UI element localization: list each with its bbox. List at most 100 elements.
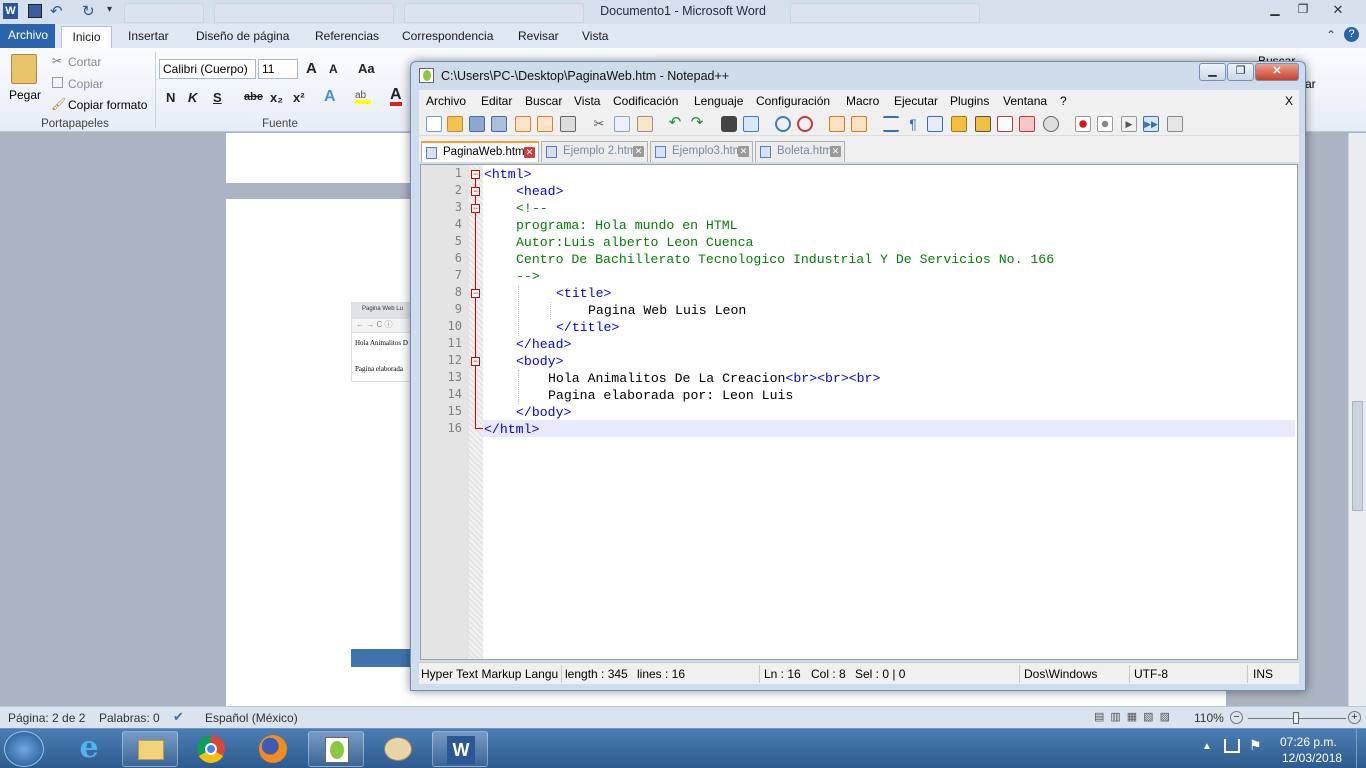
sync-v-icon[interactable] <box>829 116 845 132</box>
tab-archivo[interactable]: Archivo <box>0 24 55 48</box>
stop-macro-icon[interactable] <box>1097 116 1113 132</box>
tab-insertar[interactable]: Insertar <box>120 26 177 48</box>
close-file-icon[interactable] <box>515 116 531 132</box>
zoom-in-icon[interactable] <box>775 116 791 132</box>
grow-font-button[interactable]: A <box>306 60 317 77</box>
menu-plugins[interactable]: Plugins <box>950 94 989 108</box>
zoom-level[interactable]: 110% <box>1194 711 1224 725</box>
menu-macro[interactable]: Macro <box>846 94 879 108</box>
strikethrough-button[interactable]: abe <box>244 91 263 103</box>
close-document-x[interactable]: X <box>1285 94 1293 108</box>
open-file-icon[interactable] <box>447 116 463 132</box>
replace-button[interactable]: ar <box>1305 77 1316 91</box>
menu-buscar[interactable]: Buscar <box>525 94 562 108</box>
play-macro-icon[interactable]: ▶ <box>1121 116 1137 132</box>
start-button[interactable] <box>4 731 44 767</box>
ribbon-minimize-icon[interactable]: ⌃ <box>1326 28 1336 42</box>
zoom-thumb[interactable] <box>1293 712 1299 724</box>
npp-minimize-button[interactable]: ▁ <box>1199 63 1226 81</box>
indent-guide-icon[interactable] <box>927 116 943 132</box>
npp-restore-button[interactable]: ❐ <box>1227 63 1254 81</box>
menu-lenguaje[interactable]: Lenguaje <box>694 94 743 108</box>
paste-icon[interactable] <box>11 54 37 84</box>
menu-editar[interactable]: Editar <box>481 94 512 108</box>
fold-toggle-icon[interactable]: − <box>471 357 480 366</box>
paste-button-label[interactable]: Pegar <box>9 88 41 102</box>
font-name-field[interactable]: Calibri (Cuerpo) <box>159 59 256 79</box>
udl-icon[interactable] <box>951 116 967 132</box>
zoom-out-icon[interactable] <box>797 116 813 132</box>
ie-icon[interactable]: e <box>70 731 108 767</box>
show-desktop-button[interactable] <box>1356 729 1366 768</box>
cut-icon[interactable]: ✂ <box>52 54 62 68</box>
clock-date[interactable]: 12/03/2018 <box>1282 751 1342 765</box>
copy-button[interactable]: Copiar <box>68 77 103 91</box>
close-tab-icon[interactable]: ✕ <box>633 146 644 157</box>
explorer-icon[interactable] <box>122 731 178 767</box>
menu-ejecutar[interactable]: Ejecutar <box>894 94 938 108</box>
fold-toggle-icon[interactable]: − <box>471 187 480 196</box>
folder-as-workspace-icon[interactable] <box>1019 116 1035 132</box>
doc-map-icon[interactable] <box>975 116 991 132</box>
fold-toggle-icon[interactable]: − <box>471 170 480 179</box>
format-painter-button[interactable]: Copiar formato <box>68 98 147 112</box>
change-case-button[interactable]: Aa <box>358 61 375 76</box>
clock-time[interactable]: 07:26 p.m. <box>1280 735 1337 749</box>
tab-vista[interactable]: Vista <box>574 26 616 48</box>
menu-help[interactable]: ? <box>1060 94 1067 108</box>
restore-button[interactable]: ❐ <box>1290 2 1316 18</box>
network-icon[interactable] <box>1224 739 1240 753</box>
replace-icon[interactable] <box>743 116 759 132</box>
text-effects-icon[interactable]: A <box>324 88 336 106</box>
zoom-plus-icon[interactable]: + <box>1348 711 1361 724</box>
status-insert-mode[interactable]: INS <box>1253 667 1273 681</box>
close-all-icon[interactable] <box>537 116 553 132</box>
undo-icon[interactable]: ↶ <box>667 115 683 132</box>
word-vertical-scrollbar[interactable] <box>1348 133 1366 706</box>
notepadpp-taskbar-icon[interactable] <box>308 731 364 767</box>
fold-toggle-icon[interactable]: − <box>471 289 480 298</box>
record-macro-icon[interactable] <box>1075 116 1091 132</box>
proofing-icon[interactable]: ✔ <box>173 709 184 725</box>
scroll-thumb[interactable] <box>1352 401 1363 511</box>
save-all-icon[interactable] <box>491 116 507 132</box>
fold-toggle-icon[interactable]: − <box>471 204 480 213</box>
underline-button[interactable]: S <box>213 90 222 105</box>
tab-boleta[interactable]: Boleta.htm ✕ <box>755 141 845 162</box>
action-center-icon[interactable]: ⚑ <box>1249 737 1262 754</box>
superscript-button[interactable]: x² <box>293 90 305 105</box>
save-icon[interactable] <box>469 116 485 132</box>
cut-button[interactable]: Cortar <box>68 55 101 69</box>
code-editor[interactable]: 1 2 3 4 5 6 7 8 9 10 11 12 13 14 15 16 −… <box>420 164 1298 660</box>
status-encoding[interactable]: UTF-8 <box>1134 667 1168 681</box>
zoom-minus-icon[interactable]: − <box>1230 711 1243 724</box>
firefox-icon[interactable] <box>246 731 302 767</box>
close-button[interactable]: ✕ <box>1318 2 1358 18</box>
menu-vista[interactable]: Vista <box>574 94 600 108</box>
zoom-slider[interactable]: − + <box>1230 711 1361 724</box>
close-tab-icon[interactable]: ✕ <box>738 146 749 157</box>
subscript-button[interactable]: x₂ <box>270 90 283 105</box>
show-all-chars-icon[interactable]: ¶ <box>905 116 921 132</box>
cut-icon[interactable]: ✂ <box>591 116 607 132</box>
copy-icon[interactable] <box>52 77 63 88</box>
tab-paginaweb[interactable]: PaginaWeb.htm ✕ <box>421 141 539 162</box>
page-counter[interactable]: Página: 2 de 2 <box>8 711 85 725</box>
chrome-icon[interactable] <box>184 731 240 767</box>
minimize-button[interactable]: ▁ <box>1262 2 1288 18</box>
font-color-icon[interactable]: A <box>390 86 402 106</box>
word-taskbar-icon[interactable]: W <box>432 731 488 767</box>
menu-configuracion[interactable]: Configuración <box>756 94 830 108</box>
word-wrap-icon[interactable] <box>883 116 899 132</box>
shrink-font-button[interactable]: A <box>329 62 338 76</box>
language-indicator[interactable]: Español (México) <box>205 711 298 725</box>
npp-close-button[interactable]: ✕ <box>1255 63 1299 81</box>
close-tab-icon[interactable]: ✕ <box>524 147 535 158</box>
save-macro-icon[interactable] <box>1167 116 1183 132</box>
function-list-icon[interactable] <box>997 116 1013 132</box>
monitoring-icon[interactable] <box>1043 116 1059 132</box>
redo-icon[interactable]: ↷ <box>689 115 705 132</box>
sync-h-icon[interactable] <box>851 116 867 132</box>
menu-archivo[interactable]: Archivo <box>426 94 466 108</box>
status-eol[interactable]: Dos\Windows <box>1024 667 1097 681</box>
